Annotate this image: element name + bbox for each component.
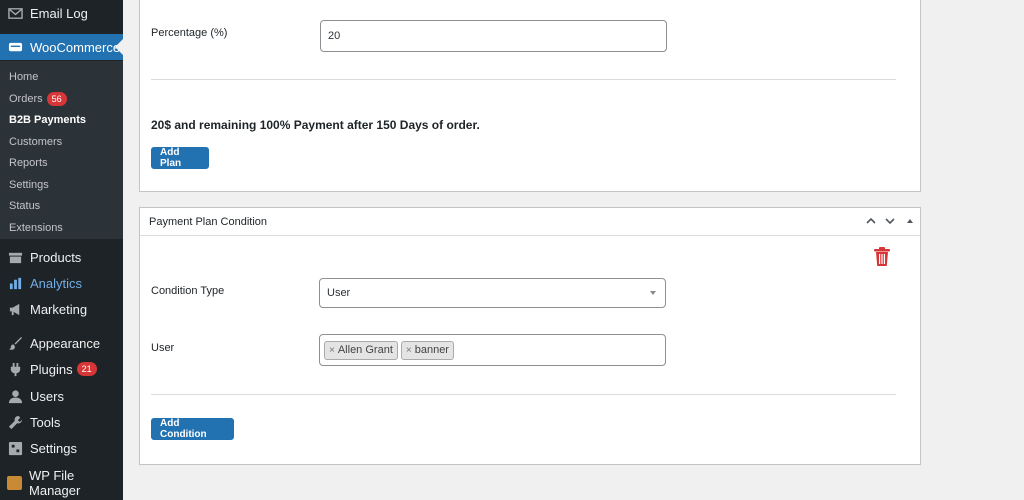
card-title: Payment Plan Condition bbox=[149, 216, 268, 228]
toggle-panel-icon[interactable] bbox=[903, 214, 917, 228]
user-label: User bbox=[151, 342, 175, 354]
percentage-label: Percentage (%) bbox=[151, 27, 228, 39]
divider bbox=[151, 79, 896, 80]
submenu-item-reports[interactable]: Reports bbox=[9, 157, 48, 169]
paintbrush-icon bbox=[7, 335, 23, 351]
submenu-item-label: Orders bbox=[9, 93, 43, 105]
menu-item-label: Tools bbox=[30, 414, 61, 430]
submenu-item-customers[interactable]: Customers bbox=[9, 136, 62, 148]
condition-type-label: Condition Type bbox=[151, 285, 225, 297]
tag-label: banner bbox=[414, 344, 449, 356]
plugins-count-badge: 21 bbox=[76, 362, 97, 376]
trash-icon[interactable] bbox=[873, 247, 891, 270]
menu-item-label: WP File Manager bbox=[29, 468, 81, 498]
percentage-input[interactable]: 20 bbox=[320, 20, 667, 52]
menu-item-tools[interactable]: Tools bbox=[0, 409, 123, 435]
selected-user-tag: × banner bbox=[400, 340, 454, 360]
menu-item-settings[interactable]: Settings bbox=[0, 435, 123, 461]
payment-plan-condition-card: Payment Plan Condition Condition Type Us… bbox=[139, 207, 921, 465]
user-multiselect[interactable]: × Allen Grant × banner bbox=[319, 334, 666, 366]
submenu-item-orders[interactable]: Orders 56 bbox=[9, 92, 67, 106]
menu-item-marketing[interactable]: Marketing bbox=[0, 296, 123, 322]
submenu-item-home[interactable]: Home bbox=[9, 71, 38, 83]
remove-tag-icon[interactable]: × bbox=[406, 345, 412, 356]
card-header: Payment Plan Condition bbox=[140, 208, 920, 236]
archive-icon bbox=[7, 249, 23, 265]
menu-item-woocommerce[interactable]: WooCommerce bbox=[0, 34, 123, 60]
menu-item-analytics[interactable]: Analytics bbox=[0, 270, 123, 296]
megaphone-icon bbox=[7, 301, 23, 317]
menu-item-users[interactable]: Users bbox=[0, 383, 123, 409]
chevron-down-icon[interactable] bbox=[883, 214, 897, 228]
chevron-up-icon[interactable] bbox=[864, 214, 878, 228]
admin-sidebar: Email Log WooCommerce Home Orders 56 B2B … bbox=[0, 0, 123, 500]
menu-item-label: Analytics bbox=[30, 275, 83, 291]
submenu-item-status[interactable]: Status bbox=[9, 200, 40, 212]
divider bbox=[151, 394, 896, 395]
condition-type-select[interactable]: User bbox=[319, 278, 666, 308]
menu-item-plugins[interactable]: Plugins 21 bbox=[0, 356, 123, 382]
condition-type-value: User bbox=[327, 287, 351, 299]
add-condition-button[interactable]: Add Condition bbox=[151, 418, 234, 440]
woocommerce-submenu: Home Orders 56 B2B Payments Customers Rep… bbox=[0, 61, 123, 239]
menu-item-label: Email Log bbox=[30, 5, 88, 21]
tag-label: Allen Grant bbox=[337, 344, 393, 356]
woocommerce-icon bbox=[7, 39, 23, 55]
menu-item-label: Appearance bbox=[30, 335, 101, 351]
menu-item-label: Settings bbox=[30, 440, 77, 456]
menu-item-label: Plugins bbox=[30, 361, 73, 377]
menu-item-wp-file-manager[interactable]: WP File Manager bbox=[0, 468, 123, 498]
plan-summary-text: 20$ and remaining 100% Payment after 150… bbox=[151, 118, 480, 132]
active-menu-arrow bbox=[115, 39, 123, 55]
menu-item-label: WooCommerce bbox=[30, 39, 121, 55]
submenu-item-b2b-payments[interactable]: B2B Payments bbox=[9, 114, 86, 126]
user-icon bbox=[7, 388, 23, 404]
menu-item-products[interactable]: Products bbox=[0, 244, 123, 270]
dropdown-arrow-icon bbox=[650, 291, 656, 295]
menu-item-label: Users bbox=[30, 388, 64, 404]
menu-item-label: Products bbox=[30, 249, 82, 265]
settings-icon bbox=[7, 440, 23, 456]
file-manager-icon bbox=[7, 476, 23, 490]
menu-item-appearance[interactable]: Appearance bbox=[0, 330, 123, 356]
submenu-item-settings[interactable]: Settings bbox=[9, 179, 49, 191]
remove-tag-icon[interactable]: × bbox=[329, 345, 335, 356]
menu-item-label: Marketing bbox=[30, 301, 88, 317]
add-plan-button[interactable]: Add Plan bbox=[151, 147, 209, 169]
plugin-icon bbox=[7, 361, 23, 377]
selected-user-tag: × Allen Grant bbox=[324, 340, 398, 360]
submenu-item-extensions[interactable]: Extensions bbox=[9, 222, 63, 234]
wrench-icon bbox=[7, 414, 23, 430]
bar-chart-icon bbox=[7, 275, 23, 291]
menu-item-email-log[interactable]: Email Log bbox=[0, 0, 123, 26]
payment-plan-card: Percentage (%) 20 20$ and remaining 100%… bbox=[139, 0, 921, 192]
email-icon bbox=[7, 5, 23, 21]
orders-count-badge: 56 bbox=[46, 92, 67, 106]
